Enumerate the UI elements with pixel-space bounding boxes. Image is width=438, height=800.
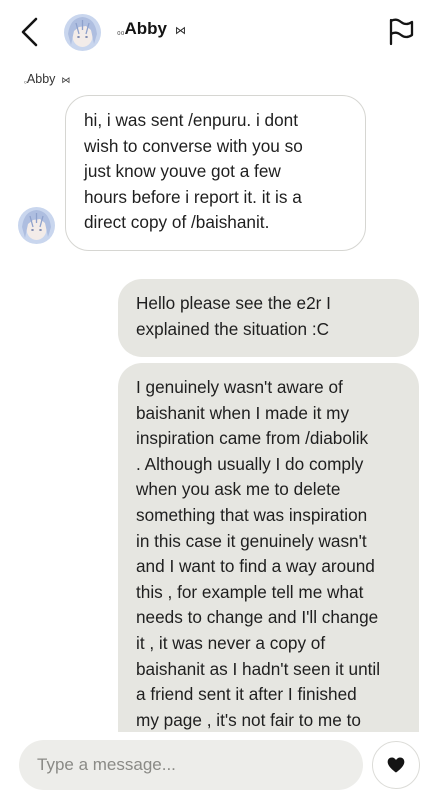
back-button[interactable] [14,14,46,50]
avatar-image [18,207,55,244]
heart-icon [387,757,405,773]
avatar-image [64,14,101,51]
name-decoration-suffix: ⋈ [174,25,186,37]
sender-label-text: Abby [26,72,56,86]
chevron-left-icon [21,17,38,47]
contact-name[interactable]: ₀₀Abby ⋈ [117,19,186,39]
incoming-message[interactable]: hi, i was sent /enpuru. i dont wish to c… [65,95,366,251]
like-button[interactable] [372,741,420,789]
sender-label-suffix: ⋈ [61,75,71,85]
composer [0,732,438,800]
message-input[interactable] [19,740,363,790]
avatar[interactable] [64,14,101,51]
chat-header: ₀₀Abby ⋈ [0,0,438,66]
outgoing-message[interactable]: I genuinely wasn't aware of baishanit wh… [118,363,419,732]
outgoing-message[interactable]: Hello please see the e2r I explained the… [118,279,419,357]
message-list[interactable]: ₀Abby ⋈ hi, i was sent /enpuru. i dont wi… [0,66,438,732]
contact-name-text: Abby [124,19,167,38]
sender-label: ₀Abby ⋈ [24,72,70,86]
flag-icon [389,18,414,46]
sender-avatar[interactable] [18,207,55,244]
report-button[interactable] [386,16,416,46]
